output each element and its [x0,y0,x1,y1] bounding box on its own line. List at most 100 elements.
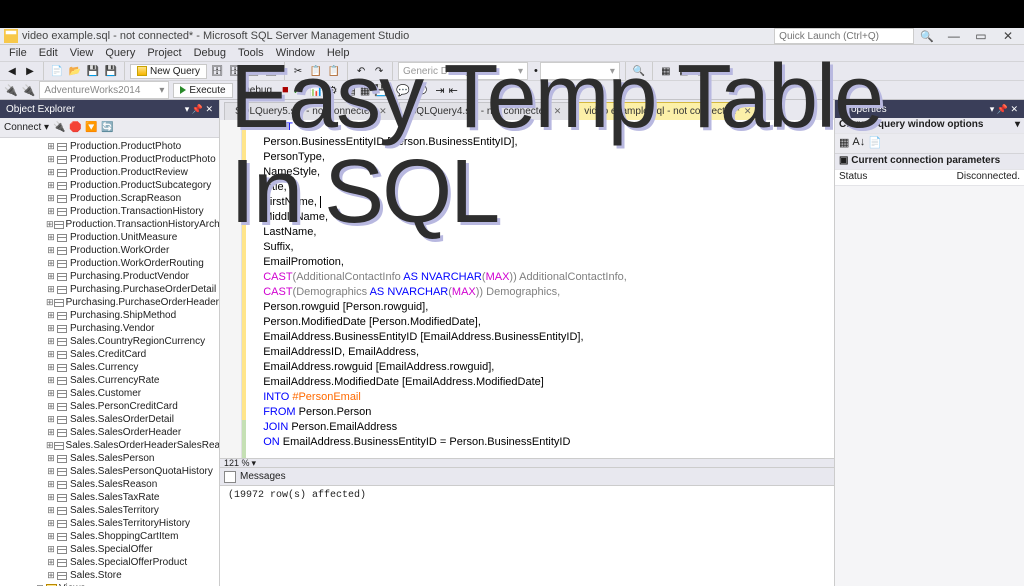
code-editor[interactable]: SELECT Person.BusinessEntityID [Person.B… [220,120,834,458]
comment-icon[interactable]: 💬 [396,84,410,97]
new-project-icon[interactable]: 📄 [49,63,65,79]
results-file-icon[interactable]: 💾 [374,84,388,97]
tree-node[interactable]: ⊞Sales.Customer [0,387,219,400]
db4-icon[interactable]: 🗄 [263,63,279,79]
prop-icon[interactable]: 📄 [868,136,882,151]
close-button[interactable]: ✕ [996,29,1020,43]
menu-debug[interactable]: Debug [188,45,232,61]
menu-edit[interactable]: Edit [33,45,64,61]
opts-icon[interactable]: ⚙ [328,84,338,97]
cat-icon[interactable]: ▦ [839,136,849,151]
refresh-icon[interactable]: 🔄 [101,122,113,134]
tree-node[interactable]: ⊞Sales.SalesOrderHeaderSalesReason [0,439,219,452]
db2-icon[interactable]: 🗄 [227,63,243,79]
tree-node[interactable]: ⊞Sales.SalesOrderHeader [0,426,219,439]
results-grid-icon[interactable]: ▦ [360,84,370,97]
tree-node[interactable]: ⊞Purchasing.PurchaseOrderDetail [0,283,219,296]
db-icon[interactable]: 🗄 [209,63,225,79]
tree-node[interactable]: ⊞Purchasing.ShipMethod [0,309,219,322]
redo-icon[interactable]: ↷ [371,63,387,79]
plan-icon[interactable]: 📊 [310,84,324,97]
tab-sqlquery4[interactable]: SQLQuery4.sql - not connected✕ [399,102,573,120]
tree-node[interactable]: ⊞Sales.SalesTaxRate [0,491,219,504]
tree-node[interactable]: ⊞Sales.Currency [0,361,219,374]
close-icon[interactable]: ✕ [379,106,387,117]
menu-view[interactable]: View [64,45,100,61]
disconnect-icon[interactable]: 🔌 [22,84,36,97]
tree-node[interactable]: ⊞Purchasing.ProductVendor [0,270,219,283]
minimize-button[interactable]: — [942,29,966,43]
tree-node[interactable]: ⊞Production.UnitMeasure [0,231,219,244]
tree-node[interactable]: ⊞Sales.CountryRegionCurrency [0,335,219,348]
tree-node[interactable]: ⊞Sales.SalesPersonQuotaHistory [0,465,219,478]
tab-sqlquery5[interactable]: SQLQuery5.sql - not connected✕ [224,102,398,120]
save-icon[interactable]: 💾 [85,63,101,79]
tree-node[interactable]: ⊞Production.ProductPhoto [0,140,219,153]
pin-icon[interactable]: ▾ 📌 ✕ [990,104,1018,115]
search-icon[interactable]: 🔍 [920,30,934,43]
properties-group[interactable]: ▣ Current connection parameters [835,154,1024,170]
tree-node[interactable]: ⊞Production.TransactionHistoryArchive [0,218,219,231]
tree-node[interactable]: ⊞Sales.CurrencyRate [0,374,219,387]
tree-node[interactable]: ⊞Purchasing.Vendor [0,322,219,335]
tree-node[interactable]: ⊞Sales.SalesOrderDetail [0,413,219,426]
outdent-icon[interactable]: ⇤ [449,84,458,97]
menu-window[interactable]: Window [270,45,321,61]
tree-node[interactable]: ⊞Sales.ShoppingCartItem [0,530,219,543]
tree-node[interactable]: ⊞Production.WorkOrder [0,244,219,257]
tree-node[interactable]: ⊞Sales.SpecialOffer [0,543,219,556]
tree-node[interactable]: ⊞Sales.SalesTerritory [0,504,219,517]
database-combo[interactable]: AdventureWorks2014▾ [39,81,169,99]
undo-icon[interactable]: ↶ [353,63,369,79]
cut-icon[interactable]: ✂ [290,63,306,79]
menu-help[interactable]: Help [321,45,356,61]
indent-icon[interactable]: ⇥ [435,84,444,97]
debug-button[interactable]: Debug [237,84,278,97]
messages-tab[interactable]: Messages [220,468,834,486]
tree-node[interactable]: ⊞Sales.SalesReason [0,478,219,491]
connect-icon[interactable]: 🔌 [4,84,18,97]
execute-button[interactable]: Execute [173,83,232,98]
config-combo[interactable]: ▾ [540,62,620,80]
new-query-button[interactable]: New Query [130,64,207,79]
find-icon[interactable]: 🔍 [631,63,647,79]
maximize-button[interactable]: ▭ [969,29,993,43]
forward-icon[interactable]: ▶ [22,63,38,79]
menu-query[interactable]: Query [99,45,141,61]
pin-icon[interactable]: ▾ 📌 ✕ [185,104,213,115]
grid1-icon[interactable]: ▦ [658,63,674,79]
object-tree[interactable]: ⊞Production.ProductPhoto ⊞Production.Prod… [0,138,219,586]
tree-node[interactable]: ⊞Production.TransactionHistory [0,205,219,218]
connect-button[interactable]: Connect ▾ [4,122,49,133]
copy-icon[interactable]: 📋 [308,63,324,79]
debugger-combo[interactable]: Generic Debugger▾ [398,62,528,80]
grid2-icon[interactable]: ▦ [676,63,692,79]
filter-icon[interactable]: 🔽 [85,122,97,134]
paste-icon[interactable]: 📋 [326,63,342,79]
tree-node[interactable]: ⊞Sales.SalesPerson [0,452,219,465]
uncomment-icon[interactable]: 💬 [414,84,428,97]
tree-node[interactable]: ⊞Sales.SalesTerritoryHistory [0,517,219,530]
db3-icon[interactable]: 🗄 [245,63,261,79]
tree-node[interactable]: ⊞Sales.SpecialOfferProduct [0,556,219,569]
grid3-icon[interactable]: ▦ [694,63,710,79]
tree-node[interactable]: ⊞Views [0,582,219,586]
connect-icon[interactable]: 🔌 [53,122,65,134]
back-icon[interactable]: ◀ [4,63,20,79]
menu-project[interactable]: Project [141,45,187,61]
tree-node[interactable]: ⊞Sales.CreditCard [0,348,219,361]
disconnect2-icon[interactable]: 🛑 [69,122,81,134]
menu-tools[interactable]: Tools [232,45,270,61]
tree-node[interactable]: ⊞Production.ProductSubcategory [0,179,219,192]
az-icon[interactable]: A↓ [852,136,865,151]
menu-file[interactable]: File [3,45,33,61]
close-icon[interactable]: ✕ [744,106,752,117]
tree-node[interactable]: ⊞Production.WorkOrderRouting [0,257,219,270]
open-icon[interactable]: 📂 [67,63,83,79]
quick-launch-input[interactable] [774,28,914,44]
parse-icon[interactable]: ✓ [293,84,302,97]
tab-video-example[interactable]: video example.sql - not connected*✕ [573,102,762,120]
stop-icon[interactable]: ■ [282,84,289,96]
tree-node[interactable]: ⊞Production.ScrapReason [0,192,219,205]
tree-node[interactable]: ⊞Production.ProductReview [0,166,219,179]
